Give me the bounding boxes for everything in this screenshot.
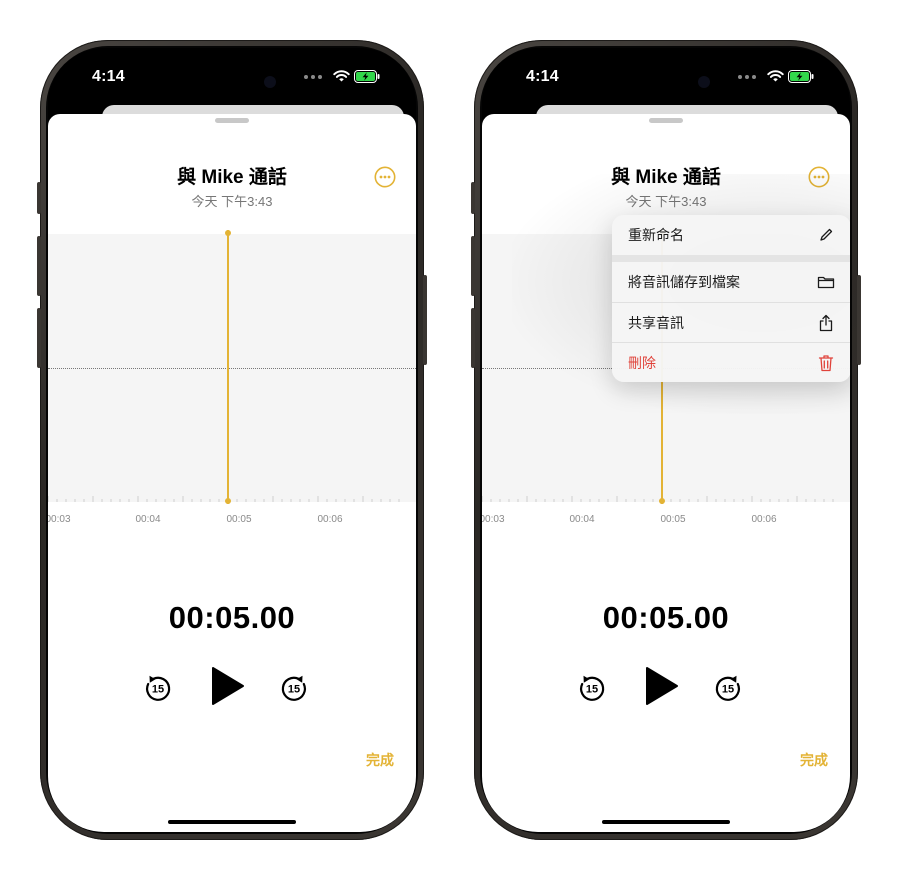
menu-item-label: 將音訊儲存到檔案: [628, 274, 740, 290]
screen-left: 4:14 與 Mike 通話 今天 下午3:43 00:03 00:04 00:…: [48, 48, 416, 832]
camera-icon: [264, 76, 276, 88]
power-button: [423, 275, 427, 365]
phone-frame-right: 4:14 00:03 00:04 00:05 00:06 00:05.00 15…: [471, 40, 861, 840]
menu-separator: [612, 255, 850, 262]
waveform-area[interactable]: [48, 234, 416, 502]
svg-text:15: 15: [288, 684, 300, 696]
volume-up-button: [471, 236, 475, 296]
timeline-label: 00:05: [660, 514, 686, 525]
screen-right: 4:14 00:03 00:04 00:05 00:06 00:05.00 15…: [482, 48, 850, 832]
recording-title: 與 Mike 通話: [177, 167, 287, 188]
timeline-label: 00:03: [48, 514, 71, 525]
volume-down-button: [37, 308, 41, 368]
skip-back-15-icon[interactable]: 15: [578, 674, 606, 702]
play-icon[interactable]: [644, 666, 680, 706]
done-button[interactable]: 完成: [800, 750, 828, 770]
wifi-icon: [767, 70, 784, 82]
svg-text:15: 15: [152, 684, 164, 696]
wifi-icon: [333, 70, 350, 82]
status-time: 4:14: [92, 68, 125, 85]
elapsed-time: 00:05.00: [168, 600, 296, 635]
timeline-label: 00:03: [482, 514, 505, 525]
camera-icon: [698, 76, 710, 88]
timeline-label: 00:04: [569, 514, 595, 525]
svg-text:15: 15: [586, 684, 598, 696]
folder-icon: [817, 273, 835, 291]
cellular-icon: [738, 75, 756, 79]
status-bar: 4:14: [48, 48, 416, 108]
phone-frame-left: 4:14 與 Mike 通話 今天 下午3:43 00:03 00:04 00:…: [37, 40, 427, 840]
play-icon[interactable]: [210, 666, 246, 706]
menu-item-label: 重新命名: [628, 227, 684, 243]
recording-sheet: 與 Mike 通話 今天 下午3:43: [48, 114, 416, 832]
recording-date: 今天 下午3:43: [191, 194, 273, 209]
menu-item-label: 共享音訊: [628, 314, 684, 331]
share-icon: [817, 314, 835, 332]
battery-charging-icon: [788, 70, 814, 83]
timeline-label: 00:06: [317, 514, 343, 525]
comparison-stage: 4:14 與 Mike 通話 今天 下午3:43 00:03 00:04 00:…: [0, 0, 900, 879]
power-button: [857, 275, 861, 365]
pencil-icon: [817, 226, 835, 244]
menu-item-delete[interactable]: 刪除: [612, 342, 850, 382]
elapsed-time: 00:05.00: [602, 600, 730, 635]
timeline-label: 00:06: [751, 514, 777, 525]
skip-back-15-icon[interactable]: 15: [144, 674, 172, 702]
cellular-icon: [304, 75, 322, 79]
dynamic-island: [172, 66, 292, 100]
trash-icon: [817, 354, 835, 372]
menu-item-rename[interactable]: 重新命名: [612, 215, 850, 255]
skip-forward-15-icon[interactable]: 15: [714, 674, 742, 702]
menu-item-label: 刪除: [628, 354, 656, 371]
status-time: 4:14: [526, 68, 559, 85]
action-button: [471, 182, 475, 214]
waveform-baseline: [48, 368, 416, 369]
volume-down-button: [471, 308, 475, 368]
sheet-grabber[interactable]: [649, 118, 683, 123]
menu-item-share-audio[interactable]: 共享音訊: [612, 302, 850, 342]
done-button[interactable]: 完成: [366, 750, 394, 770]
timeline-label: 00:05: [226, 514, 252, 525]
menu-item-save-to-files[interactable]: 將音訊儲存到檔案: [612, 262, 850, 302]
action-button: [37, 182, 41, 214]
more-options-icon[interactable]: [374, 166, 396, 188]
sheet-grabber[interactable]: [215, 118, 249, 123]
status-bar: 4:14: [482, 48, 850, 108]
battery-charging-icon: [354, 70, 380, 83]
skip-forward-15-icon[interactable]: 15: [280, 674, 308, 702]
home-indicator[interactable]: [168, 820, 296, 824]
dynamic-island: [606, 66, 726, 100]
svg-text:15: 15: [722, 684, 734, 696]
home-indicator[interactable]: [602, 820, 730, 824]
playhead[interactable]: [225, 230, 231, 504]
volume-up-button: [37, 236, 41, 296]
timeline-label: 00:04: [135, 514, 161, 525]
recording-sheet: 與 Mike 通話 今天 下午3:43: [482, 114, 850, 832]
more-options-menu: 重新命名 將音訊儲存到檔案 共享音訊 刪除: [612, 215, 850, 382]
